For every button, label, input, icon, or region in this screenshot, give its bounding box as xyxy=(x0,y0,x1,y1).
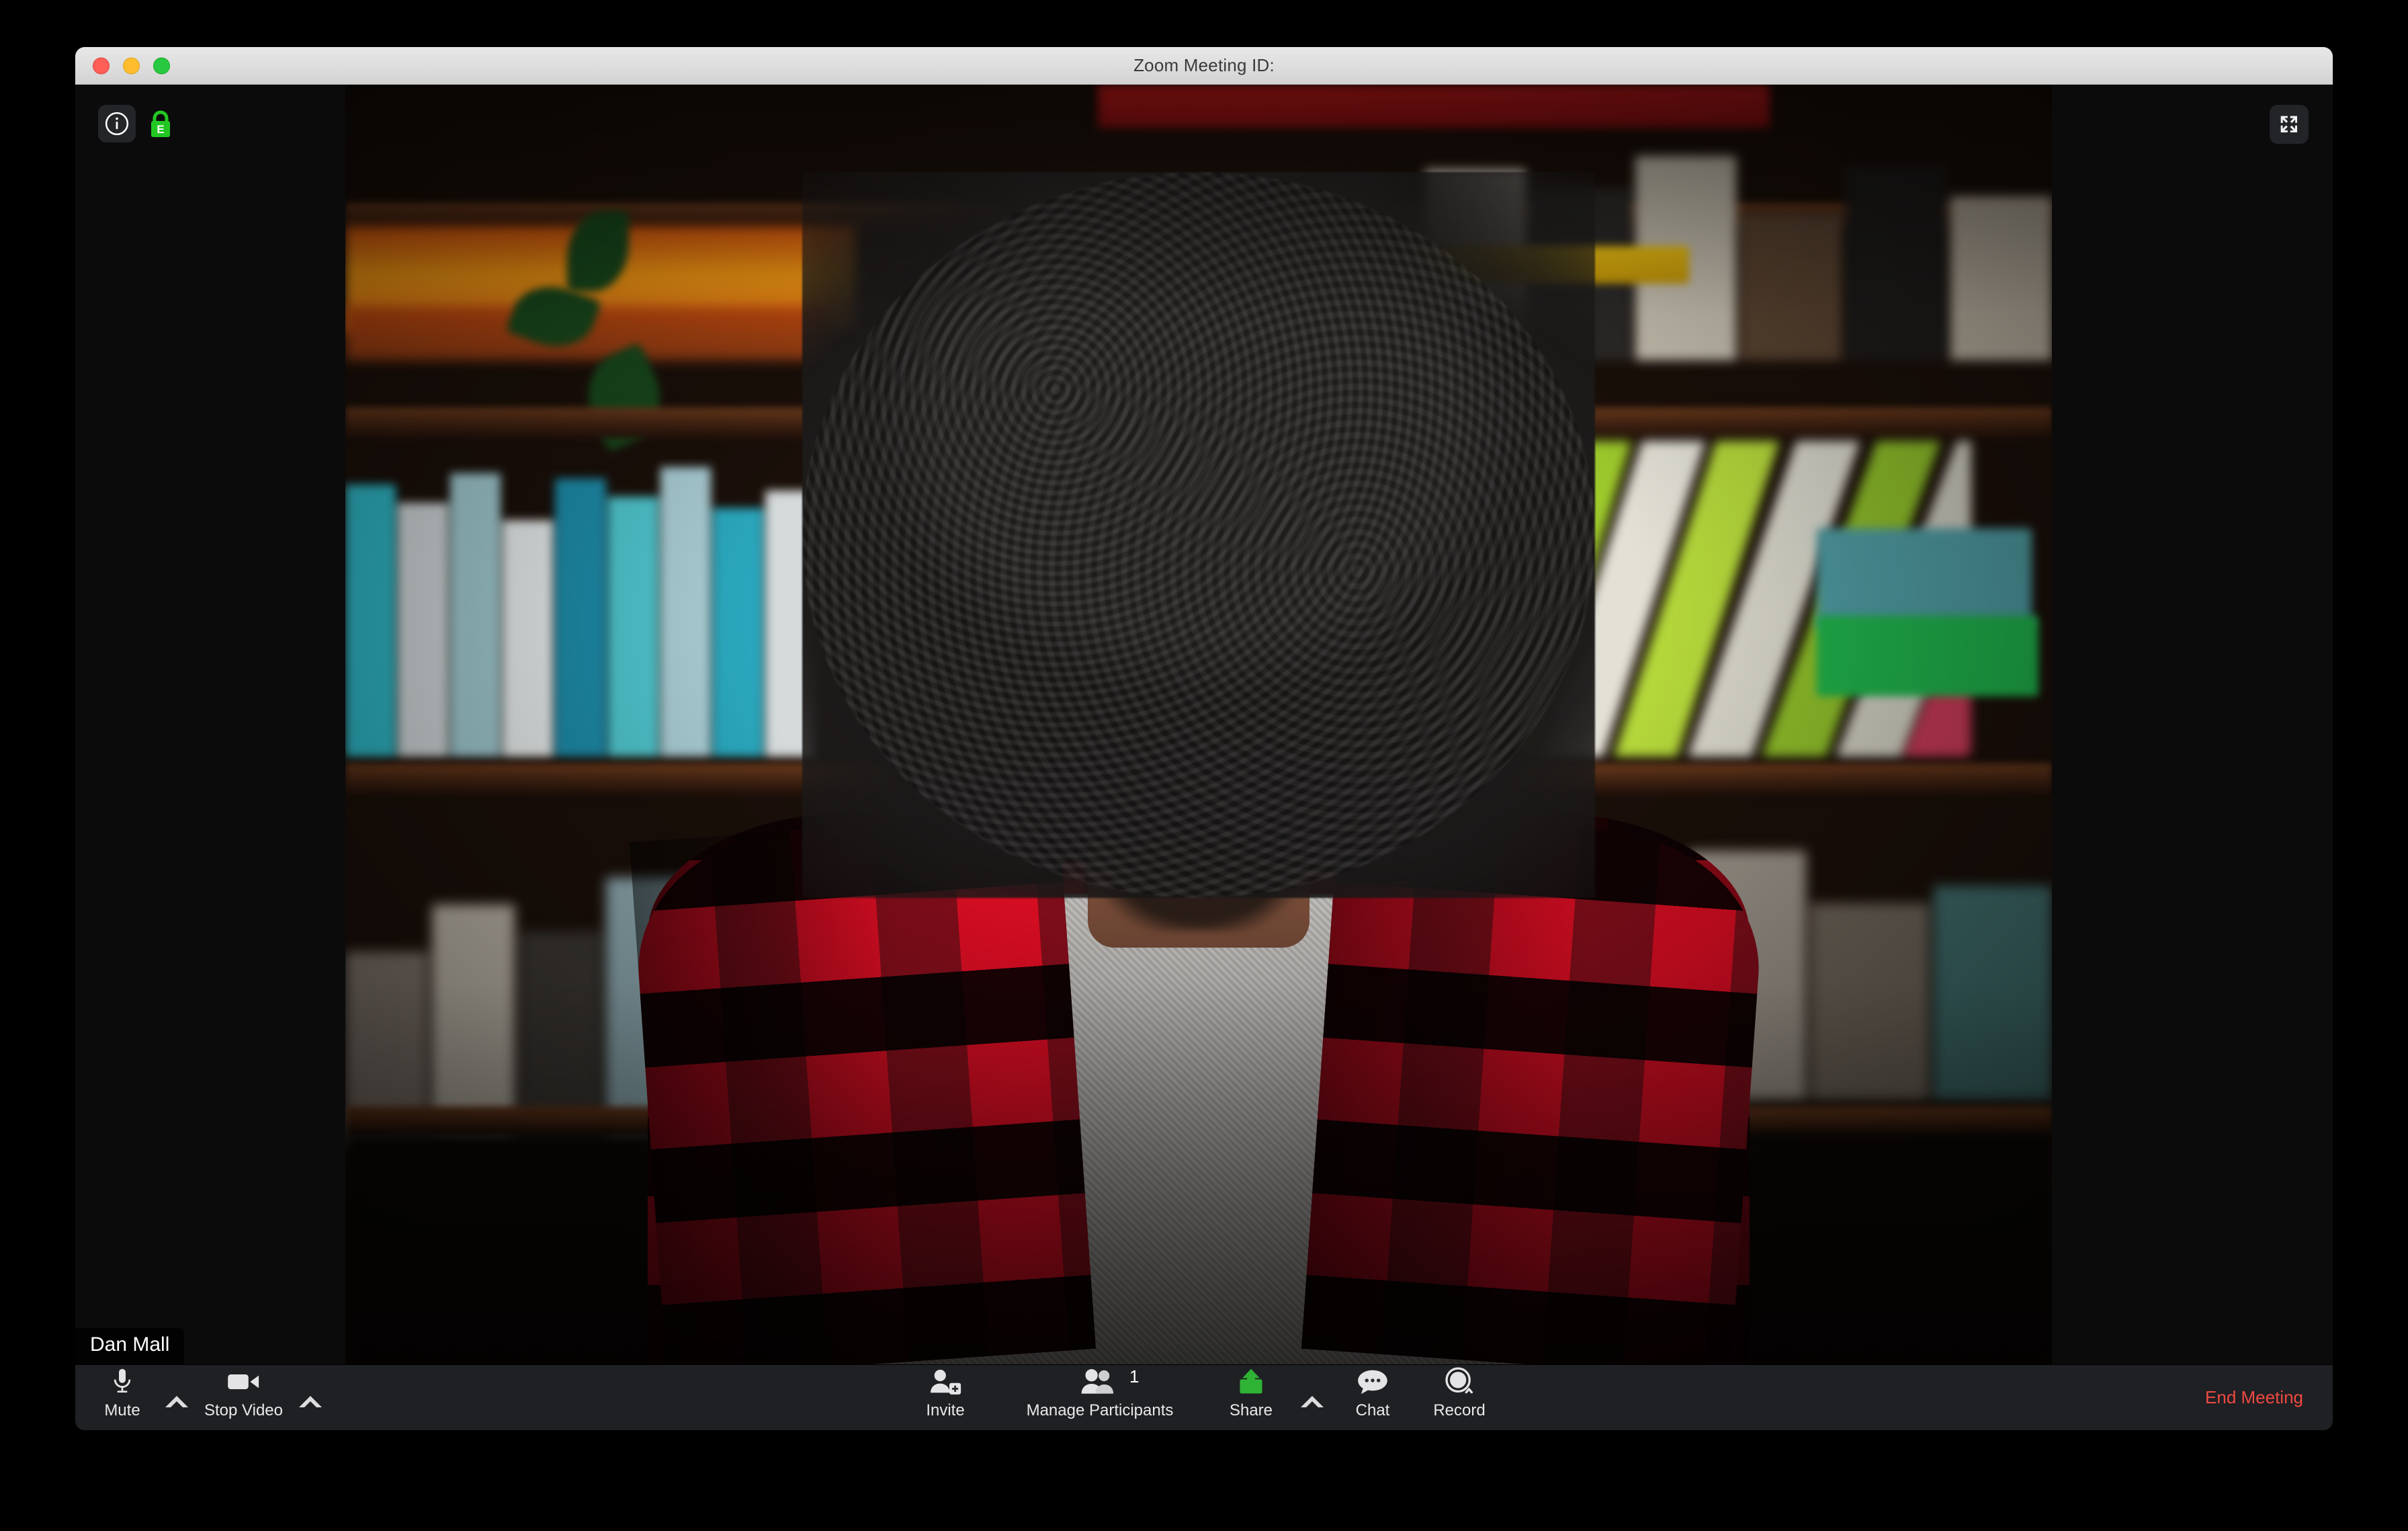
manage-participants-button[interactable]: 1 Manage Participants xyxy=(989,1365,1211,1419)
chat-button[interactable]: Chat xyxy=(1333,1365,1412,1419)
share-options-caret[interactable] xyxy=(1291,1365,1333,1431)
zoom-meeting-window: Zoom Meeting ID: E Dan Mall Mute Stop Vi… xyxy=(75,47,2333,1430)
video-scene xyxy=(345,85,2052,1364)
window-title: Zoom Meeting ID: xyxy=(1133,55,1275,75)
video-options-caret[interactable] xyxy=(290,1365,331,1431)
person-add-icon xyxy=(929,1365,961,1399)
minimize-window-button[interactable] xyxy=(123,57,140,74)
share-label: Share xyxy=(1229,1401,1273,1419)
meeting-toolbar: Mute Stop Video Invite 1 Manage Particip… xyxy=(75,1364,2333,1430)
microphone-icon xyxy=(109,1365,136,1399)
enter-fullscreen-button[interactable] xyxy=(2270,105,2309,144)
mute-button[interactable]: Mute xyxy=(89,1365,156,1419)
chat-label: Chat xyxy=(1355,1401,1390,1419)
hair-texture xyxy=(802,172,1595,898)
traffic-light-controls xyxy=(93,57,170,74)
toolbar-center-group: Invite 1 Manage Participants Share Chat … xyxy=(902,1365,1506,1431)
video-camera-icon xyxy=(226,1365,261,1399)
encryption-letter: E xyxy=(157,123,164,136)
stop-video-button[interactable]: Stop Video xyxy=(198,1365,290,1419)
meeting-info-button[interactable] xyxy=(98,105,136,142)
chat-bubble-icon xyxy=(1357,1365,1389,1399)
record-button[interactable]: Record xyxy=(1412,1365,1506,1419)
chevron-up-icon xyxy=(165,1396,188,1408)
invite-label: Invite xyxy=(926,1401,965,1419)
participant-count-badge: 1 xyxy=(1129,1366,1140,1387)
share-screen-button[interactable]: Share xyxy=(1211,1365,1291,1419)
people-icon: 1 xyxy=(1080,1365,1139,1399)
green-lock-icon: E xyxy=(151,110,170,137)
audio-options-caret[interactable] xyxy=(156,1365,198,1431)
invite-button[interactable]: Invite xyxy=(902,1365,989,1419)
video-stage: E Dan Mall xyxy=(75,85,2333,1364)
chevron-up-icon xyxy=(1301,1396,1324,1408)
end-meeting-button[interactable]: End Meeting xyxy=(2205,1387,2303,1407)
chevron-up-icon xyxy=(299,1396,322,1408)
window-titlebar[interactable]: Zoom Meeting ID: xyxy=(75,47,2333,85)
video-top-left-overlay: E xyxy=(98,105,175,142)
participant-video-feed[interactable] xyxy=(345,85,2052,1364)
maximize-window-button[interactable] xyxy=(153,57,170,74)
toolbar-left-group: Mute Stop Video xyxy=(89,1365,331,1431)
curly-hair xyxy=(802,172,1595,898)
encryption-status-badge[interactable]: E xyxy=(146,109,175,138)
manage-participants-label: Manage Participants xyxy=(1026,1401,1174,1419)
mute-label: Mute xyxy=(104,1401,140,1419)
stop-video-label: Stop Video xyxy=(204,1401,283,1419)
toolbar-right-group: End Meeting xyxy=(2205,1387,2303,1408)
participant-name-label: Dan Mall xyxy=(75,1328,185,1364)
share-screen-icon xyxy=(1236,1365,1266,1399)
close-window-button[interactable] xyxy=(93,57,110,74)
info-circle-icon xyxy=(105,112,129,136)
record-label: Record xyxy=(1433,1401,1486,1419)
record-circle-icon xyxy=(1443,1365,1475,1399)
participant-person xyxy=(345,85,2052,1364)
enter-fullscreen-icon xyxy=(2280,116,2297,132)
